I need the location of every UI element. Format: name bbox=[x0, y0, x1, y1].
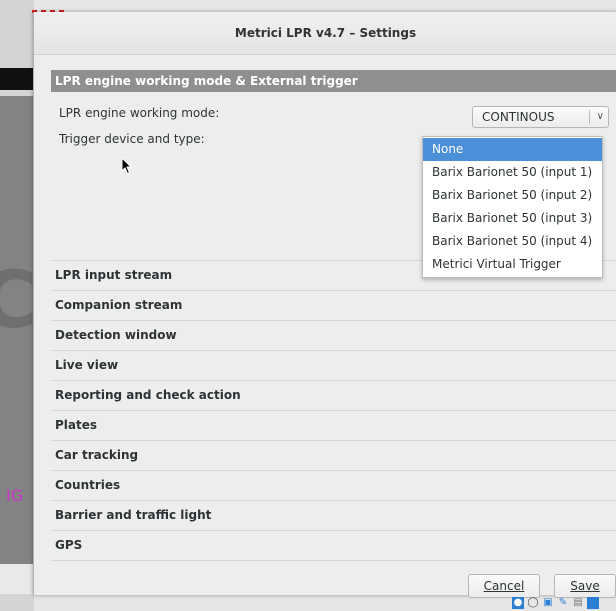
system-tray: ● ◯ ▣ ✎ ▤ bbox=[512, 597, 599, 611]
display-icon[interactable]: ▣ bbox=[542, 597, 554, 609]
section-row[interactable]: Reporting and check action bbox=[51, 381, 616, 411]
section-row[interactable]: Live view bbox=[51, 351, 616, 381]
mode-combobox[interactable]: CONTINOUS ∨ bbox=[472, 106, 609, 128]
dropdown-option[interactable]: Barix Barionet 50 (input 1) bbox=[423, 161, 602, 184]
dropdown-option[interactable]: Barix Barionet 50 (input 4) bbox=[423, 230, 602, 253]
chevron-down-icon: ∨ bbox=[596, 111, 604, 122]
settings-dialog: Metrici LPR v4.7 – Settings LPR engine w… bbox=[33, 12, 616, 595]
mode-value: CONTINOUS bbox=[482, 110, 555, 124]
dropdown-option[interactable]: None bbox=[423, 138, 602, 161]
dropdown-option[interactable]: Metrici Virtual Trigger bbox=[423, 253, 602, 276]
window-title: Metrici LPR v4.7 – Settings bbox=[34, 12, 616, 55]
cancel-button[interactable]: Cancel bbox=[468, 574, 540, 598]
folder-icon[interactable]: ▤ bbox=[572, 597, 584, 609]
section-row[interactable]: Plates bbox=[51, 411, 616, 441]
background-text: IG bbox=[6, 486, 24, 505]
section-row[interactable]: Barrier and traffic light bbox=[51, 501, 616, 531]
trigger-dropdown-list: None Barix Barionet 50 (input 1) Barix B… bbox=[422, 136, 603, 278]
dropdown-option[interactable]: Barix Barionet 50 (input 3) bbox=[423, 207, 602, 230]
background-toolbar bbox=[0, 68, 34, 90]
background-letter: C bbox=[0, 256, 38, 346]
combo-separator bbox=[589, 110, 590, 124]
background-bottom bbox=[0, 564, 34, 594]
clock-icon[interactable]: ◯ bbox=[527, 597, 539, 609]
mode-label: LPR engine working mode: bbox=[59, 106, 220, 120]
section-row[interactable]: Companion stream bbox=[51, 291, 616, 321]
mouse-cursor-icon bbox=[121, 157, 133, 175]
section-header-engine-mode[interactable]: LPR engine working mode & External trigg… bbox=[51, 70, 616, 92]
section-row[interactable]: GPS bbox=[51, 531, 616, 561]
section-row[interactable]: Detection window bbox=[51, 321, 616, 351]
section-row[interactable]: Car tracking bbox=[51, 441, 616, 471]
trigger-label: Trigger device and type: bbox=[59, 132, 205, 146]
dropdown-option[interactable]: Barix Barionet 50 (input 2) bbox=[423, 184, 602, 207]
screen-icon[interactable] bbox=[587, 597, 599, 609]
pen-icon[interactable]: ✎ bbox=[557, 597, 569, 609]
section-row[interactable]: Countries bbox=[51, 471, 616, 501]
network-icon[interactable]: ● bbox=[512, 597, 524, 609]
save-button[interactable]: Save bbox=[554, 574, 616, 598]
